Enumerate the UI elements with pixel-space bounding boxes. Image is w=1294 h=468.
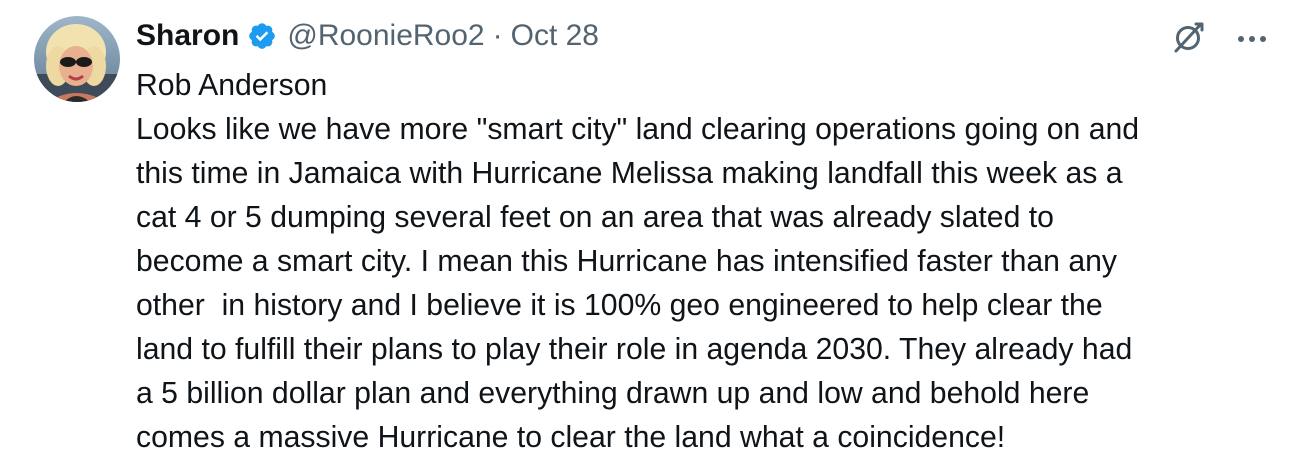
tweet-text-line: this time in Jamaica with Hurricane Meli… bbox=[136, 157, 1123, 190]
header-separator: · bbox=[492, 19, 503, 52]
avatar[interactable] bbox=[34, 16, 120, 102]
more-icon[interactable] bbox=[1232, 18, 1272, 58]
tweet-text-line: become a smart city. I mean this Hurrica… bbox=[136, 245, 1117, 278]
tweet-text-line: Rob Anderson bbox=[136, 69, 328, 102]
tweet-date[interactable]: Oct 28 bbox=[511, 19, 599, 53]
tweet[interactable]: Sharon @RoonieRoo2 · Oct 28 Rob Anderson… bbox=[0, 0, 1294, 468]
tweet-text-line: a 5 billion dollar plan and everything d… bbox=[136, 377, 1090, 410]
tweet-text: Rob Anderson Looks like we have more "sm… bbox=[136, 64, 1276, 460]
verified-badge-icon[interactable] bbox=[247, 21, 277, 51]
tweet-text-line: comes a massive Hurricane to clear the l… bbox=[136, 421, 1006, 454]
tweet-text-line: cat 4 or 5 dumping several feet on an ar… bbox=[136, 201, 1054, 234]
tweet-text-line: other in history and I believe it is 100… bbox=[136, 289, 1103, 322]
author-handle[interactable]: @RoonieRoo2 bbox=[287, 19, 484, 53]
tweet-text-line: Looks like we have more "smart city" lan… bbox=[136, 113, 1140, 146]
tweet-header: Sharon @RoonieRoo2 · Oct 28 bbox=[136, 16, 599, 56]
header-actions bbox=[1168, 18, 1272, 58]
author-display-name[interactable]: Sharon bbox=[136, 19, 239, 53]
grok-icon[interactable] bbox=[1168, 18, 1208, 58]
profile-photo-icon bbox=[34, 16, 120, 102]
tweet-text-line: land to fulfill their plans to play thei… bbox=[136, 333, 1133, 366]
